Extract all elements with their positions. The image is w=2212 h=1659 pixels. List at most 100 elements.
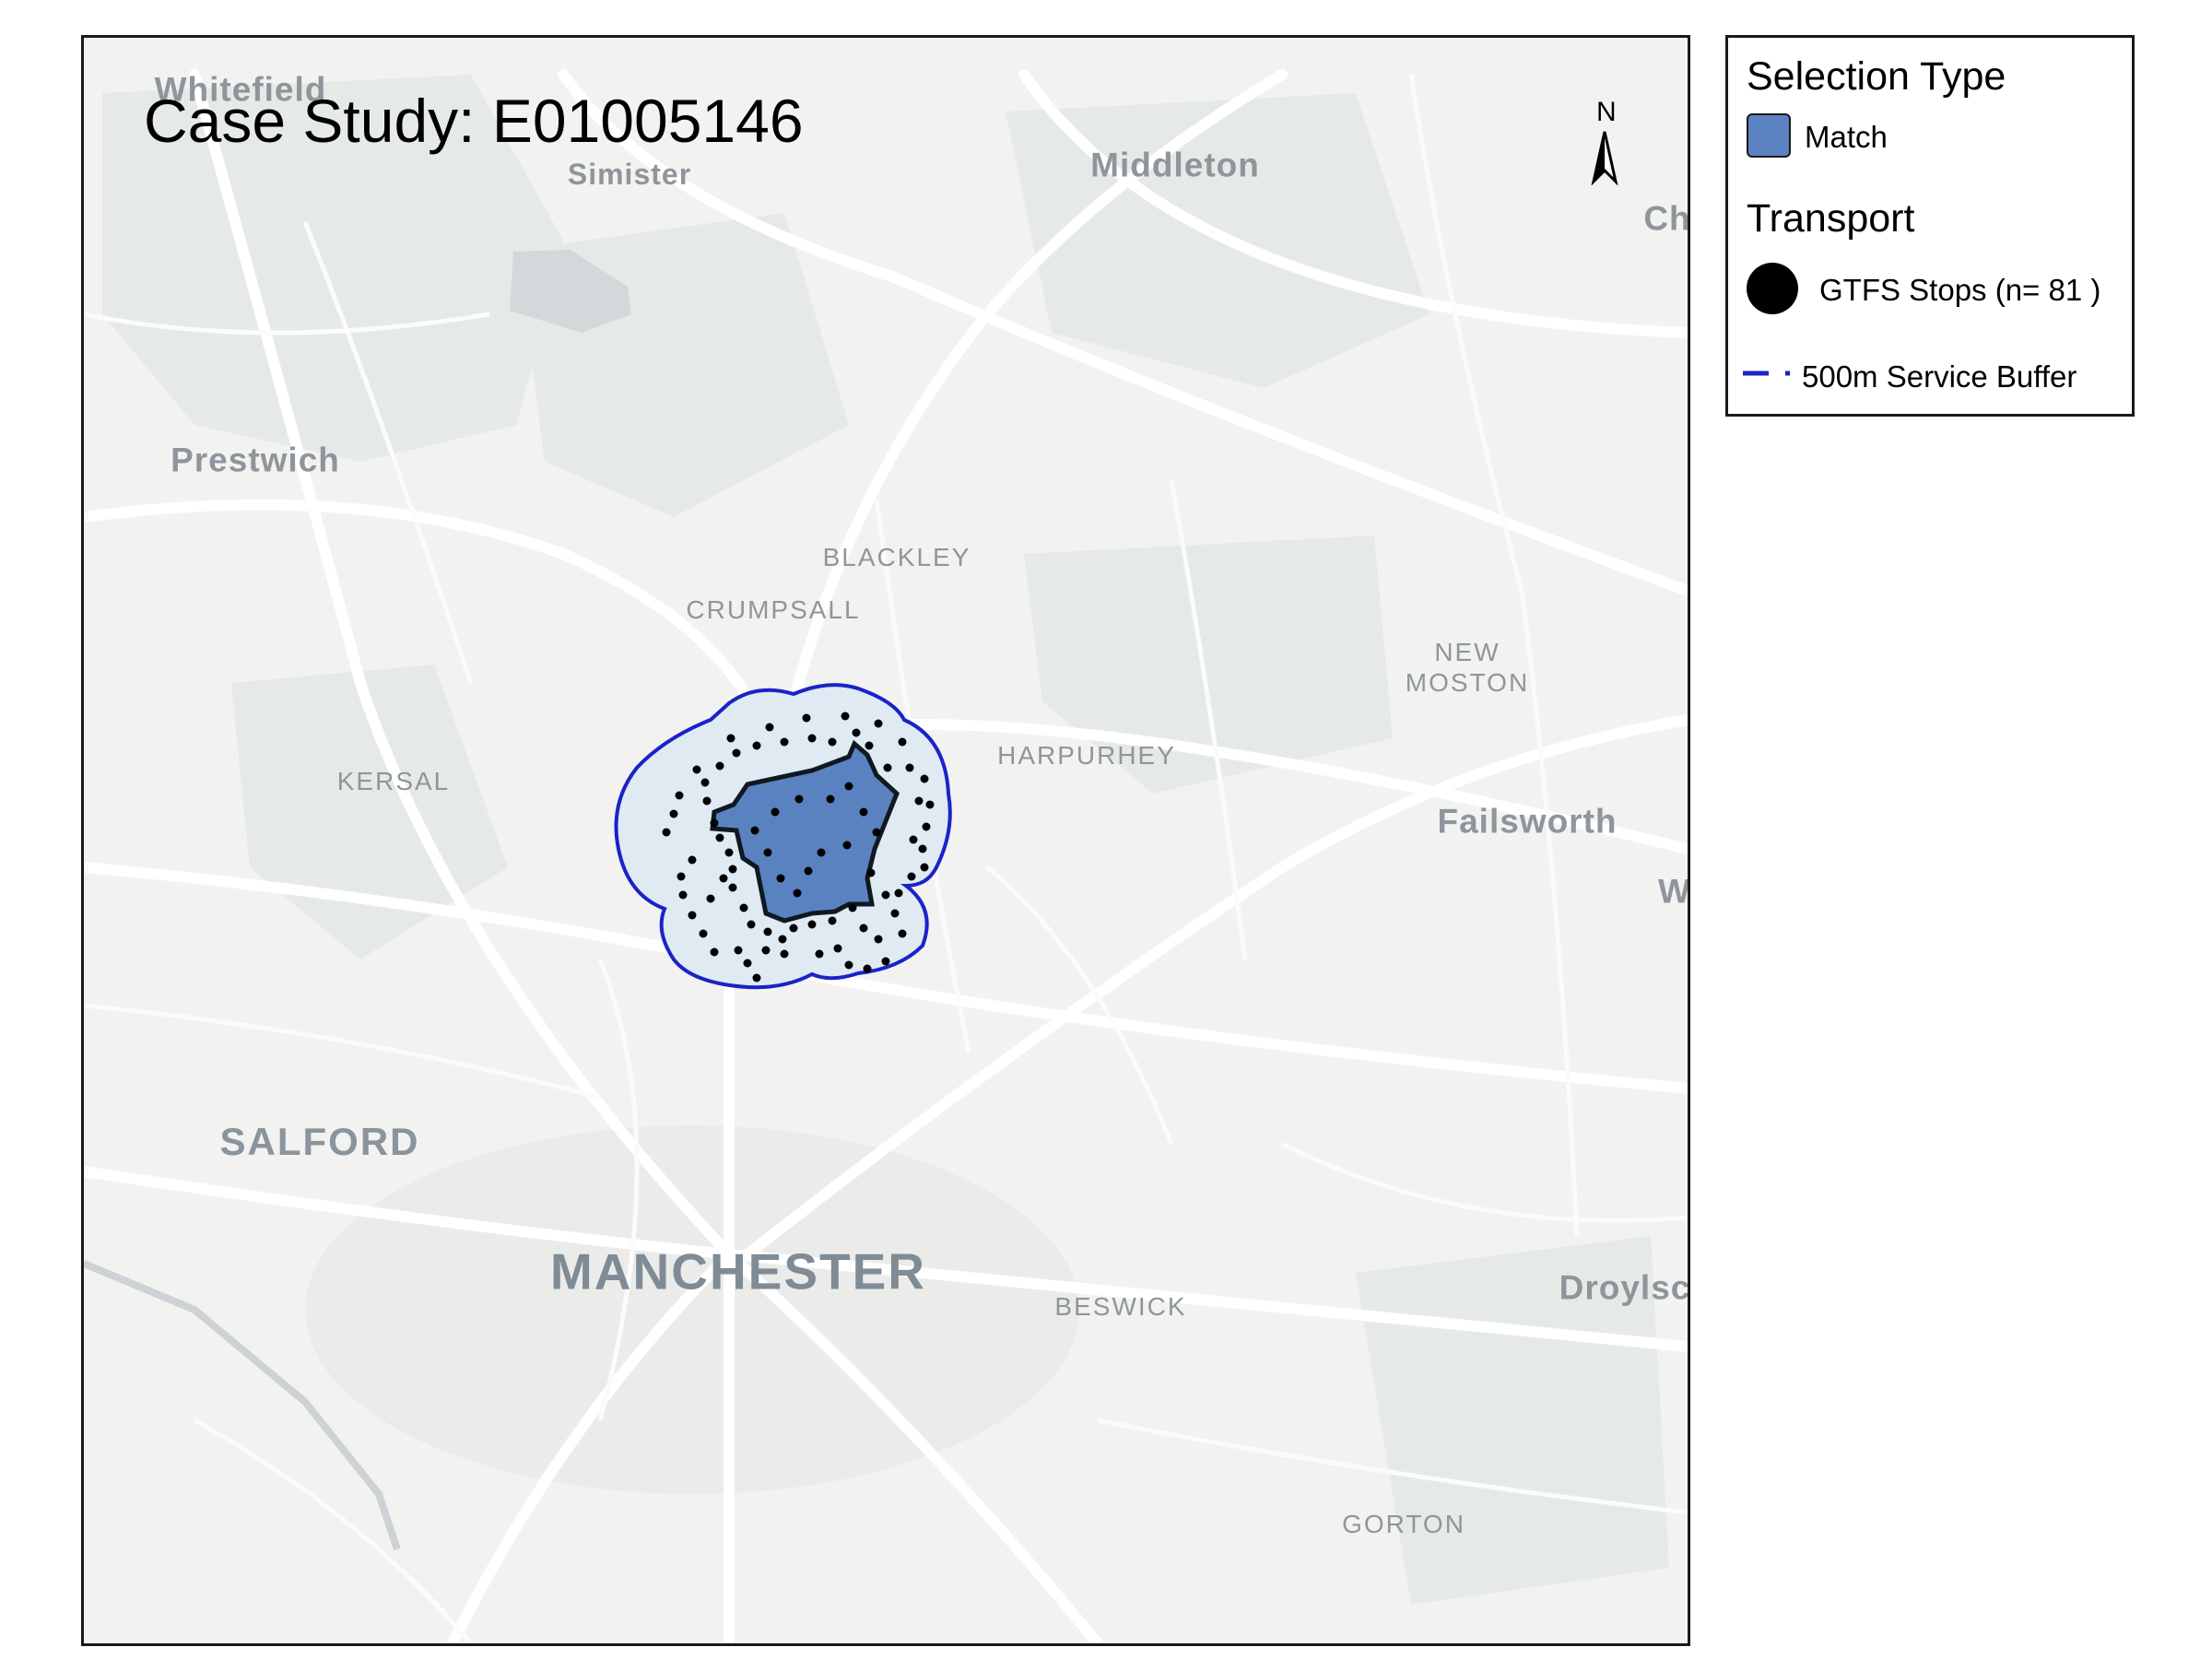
gtfs-stop-marker xyxy=(734,946,743,955)
gtfs-stop-marker xyxy=(752,741,761,750)
city-centre xyxy=(305,1125,1079,1494)
gtfs-stop-marker xyxy=(833,944,842,953)
gtfs-stop-marker xyxy=(898,929,907,938)
gtfs-stop-marker xyxy=(909,835,918,844)
legend-stops-label: GTFS Stops (n= 81 ) xyxy=(1819,273,2101,307)
place-label: MANCHESTER xyxy=(549,1242,927,1300)
place-label: SALFORD xyxy=(219,1120,420,1163)
gtfs-stop-marker xyxy=(793,888,802,898)
gtfs-stop-marker xyxy=(881,890,890,900)
gtfs-stop-marker xyxy=(898,737,907,747)
gtfs-stop-marker xyxy=(726,734,735,743)
gtfs-stop-marker xyxy=(780,737,789,747)
buffer-line-icon xyxy=(1743,371,1790,376)
place-label: Simister xyxy=(567,158,692,191)
place-label: KERSAL xyxy=(336,767,451,795)
legend: Selection Type Match Transport GTFS Stop… xyxy=(1725,35,2135,417)
gtfs-stop-marker xyxy=(752,973,761,982)
gtfs-stop-marker xyxy=(920,863,929,872)
gtfs-stop-marker xyxy=(780,949,789,959)
map-title: Case Study: E01005146 xyxy=(144,87,804,155)
gtfs-stop-marker xyxy=(688,911,697,920)
gtfs-stop-marker xyxy=(710,818,719,828)
gtfs-stop-marker xyxy=(866,868,876,877)
gtfs-stop-marker xyxy=(865,741,874,750)
gtfs-stop-marker xyxy=(702,796,712,806)
gtfs-stop-marker xyxy=(771,807,780,817)
gtfs-stop-marker xyxy=(728,865,737,874)
legend-selection-title: Selection Type xyxy=(1747,54,2006,99)
gtfs-stop-marker xyxy=(881,957,890,966)
gtfs-stop-marker xyxy=(794,794,804,804)
gtfs-stop-marker xyxy=(918,844,927,853)
gtfs-stop-marker xyxy=(883,763,892,772)
gtfs-stop-marker xyxy=(802,713,811,723)
place-label: Ch xyxy=(1643,199,1690,238)
gtfs-stop-marker xyxy=(807,920,817,929)
gtfs-stop-marker xyxy=(724,848,734,857)
gtfs-stop-marker xyxy=(859,807,868,817)
map-panel[interactable]: Whitefield Simister Middleton Ch Prestwi… xyxy=(81,35,1690,1646)
gtfs-stop-marker xyxy=(807,734,817,743)
gtfs-stop-marker xyxy=(817,848,826,857)
place-label: Prestwich xyxy=(171,441,340,479)
gtfs-stop-marker xyxy=(700,778,710,787)
gtfs-stop-marker xyxy=(763,848,772,857)
gtfs-stop-marker xyxy=(894,888,903,898)
place-label: NEW xyxy=(1434,638,1500,666)
place-label: CRUMPSALL xyxy=(686,595,861,624)
place-label: Droylsc xyxy=(1559,1268,1690,1307)
gtfs-stop-marker xyxy=(844,960,853,970)
north-arrow-icon xyxy=(1591,131,1618,185)
stop-dot-icon xyxy=(1747,263,1798,314)
gtfs-stop-marker xyxy=(715,761,724,771)
gtfs-stop-marker xyxy=(765,723,774,732)
gtfs-stop-marker xyxy=(907,872,916,881)
gtfs-stop-marker xyxy=(828,916,837,925)
place-label: MOSTON xyxy=(1405,668,1530,697)
gtfs-stop-marker xyxy=(874,935,883,944)
gtfs-stop-marker xyxy=(905,763,914,772)
gtfs-stop-marker xyxy=(863,964,872,973)
match-swatch-icon xyxy=(1747,113,1791,158)
gtfs-stop-marker xyxy=(675,791,684,800)
gtfs-stop-marker xyxy=(842,841,852,850)
gtfs-stop-marker xyxy=(776,874,785,883)
gtfs-stop-marker xyxy=(859,924,868,933)
gtfs-stop-marker xyxy=(677,872,686,881)
gtfs-stop-marker xyxy=(715,833,724,842)
gtfs-stop-marker xyxy=(761,946,771,955)
place-label: Failsworth xyxy=(1437,802,1618,841)
gtfs-stop-marker xyxy=(747,920,756,929)
gtfs-stop-marker xyxy=(688,855,697,865)
gtfs-stop-marker xyxy=(828,737,837,747)
gtfs-stop-marker xyxy=(719,874,728,883)
gtfs-stop-marker xyxy=(732,748,741,758)
gtfs-stop-marker xyxy=(778,935,787,944)
gtfs-stop-marker xyxy=(699,929,708,938)
gtfs-stop-marker xyxy=(920,774,929,783)
gtfs-stop-marker xyxy=(662,828,671,837)
place-label: W xyxy=(1658,872,1690,911)
gtfs-stop-marker xyxy=(763,927,772,936)
gtfs-stop-marker xyxy=(678,890,688,900)
place-label: BESWICK xyxy=(1054,1292,1187,1321)
gtfs-stop-marker xyxy=(750,826,759,835)
gtfs-stop-marker xyxy=(841,712,850,721)
gtfs-stop-marker xyxy=(743,959,752,968)
legend-buffer-label: 500m Service Buffer xyxy=(1802,359,2077,394)
gtfs-stop-marker xyxy=(826,794,835,804)
gtfs-stop-marker xyxy=(925,800,935,809)
gtfs-stop-marker xyxy=(890,909,900,918)
gtfs-stop-marker xyxy=(815,949,824,959)
place-label: Middleton xyxy=(1090,146,1260,184)
gtfs-stop-marker xyxy=(914,796,924,806)
basemap xyxy=(84,69,1688,1643)
gtfs-stop-marker xyxy=(848,903,857,912)
gtfs-stop-marker xyxy=(710,947,719,957)
place-label: BLACKLEY xyxy=(822,543,971,571)
gtfs-stop-marker xyxy=(692,765,701,774)
gtfs-stop-marker xyxy=(789,924,798,933)
gtfs-stop-marker xyxy=(872,828,881,837)
gtfs-stop-marker xyxy=(669,809,678,818)
